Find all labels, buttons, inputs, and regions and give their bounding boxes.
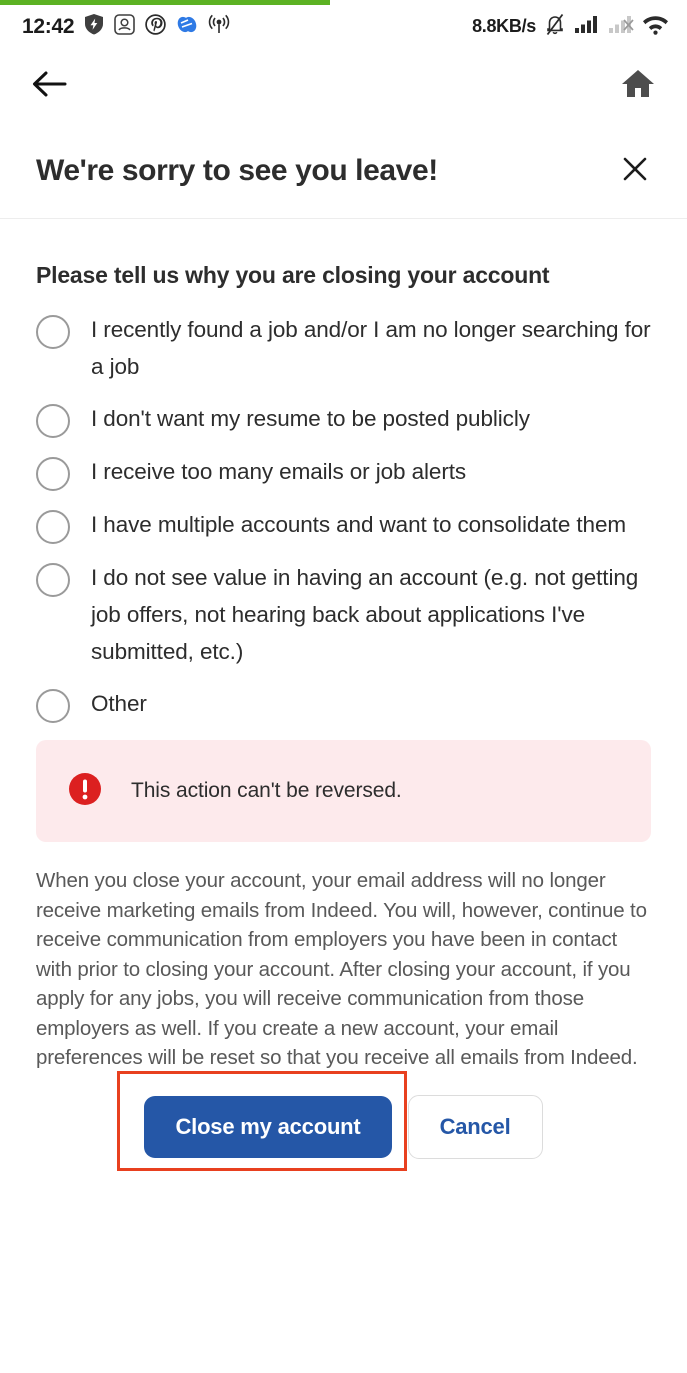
broadcast-icon — [208, 13, 230, 40]
close-icon — [621, 155, 649, 188]
status-bar: 12:42 8.8KB/s — [0, 5, 687, 48]
reason-option-0[interactable]: I recently found a job and/or I am no lo… — [36, 311, 651, 385]
reason-option-5[interactable]: Other — [36, 685, 651, 723]
radio-button[interactable] — [36, 563, 70, 597]
modal-header: We're sorry to see you leave! — [0, 124, 687, 219]
shield-icon — [84, 13, 104, 40]
form-heading: Please tell us why you are closing your … — [36, 262, 550, 288]
radio-button[interactable] — [36, 510, 70, 544]
warning-text: This action can't be reversed. — [131, 779, 402, 802]
notifications-silenced-icon — [544, 13, 566, 41]
signal-bars-off-icon — [608, 14, 634, 39]
reason-option-label: I don't want my resume to be posted publ… — [91, 406, 530, 431]
modal-body: Please tell us why you are closing your … — [0, 220, 687, 1171]
radio-button[interactable] — [36, 689, 70, 723]
reason-option-label: I receive too many emails or job alerts — [91, 459, 467, 484]
app-root: 12:42 8.8KB/s We're sorry to see you lea… — [0, 0, 687, 1373]
pinterest-icon — [145, 13, 166, 40]
app-badge-icon — [114, 13, 136, 40]
reason-radio-group: I recently found a job and/or I am no lo… — [36, 311, 651, 723]
radio-button[interactable] — [36, 315, 70, 349]
radio-button[interactable] — [36, 404, 70, 438]
reason-option-label: Other — [91, 691, 147, 716]
reason-option-label: I recently found a job and/or I am no lo… — [91, 317, 651, 379]
home-icon — [621, 68, 655, 104]
action-buttons: Close my account Cancel — [36, 1070, 651, 1171]
close-my-account-button[interactable]: Close my account — [144, 1095, 392, 1158]
home-button[interactable] — [615, 63, 661, 109]
reason-option-label: I have multiple accounts and want to con… — [91, 512, 627, 537]
blue-app-icon — [176, 14, 198, 40]
close-button[interactable] — [613, 149, 657, 193]
app-top-bar — [0, 48, 687, 124]
reason-option-3[interactable]: I have multiple accounts and want to con… — [36, 506, 651, 544]
back-button[interactable] — [26, 63, 72, 109]
reason-option-label: I do not see value in having an account … — [91, 565, 639, 664]
reason-option-1[interactable]: I don't want my resume to be posted publ… — [36, 400, 651, 438]
exclamation-circle-icon — [66, 770, 104, 813]
reason-option-2[interactable]: I receive too many emails or job alerts — [36, 453, 651, 491]
arrow-left-icon — [31, 69, 67, 104]
cancel-button[interactable]: Cancel — [407, 1094, 543, 1159]
irreversible-warning-banner: This action can't be reversed. — [36, 740, 651, 842]
network-speed-label: 8.8KB/s — [472, 16, 536, 36]
signal-bars-full-icon — [574, 14, 600, 39]
status-bar-left: 12:42 — [22, 13, 230, 40]
radio-button[interactable] — [36, 457, 70, 491]
reason-option-4[interactable]: I do not see value in having an account … — [36, 559, 651, 670]
status-bar-right: 8.8KB/s — [472, 13, 669, 41]
closure-disclaimer-text: When you close your account, your email … — [36, 869, 647, 1069]
wifi-icon — [642, 14, 669, 40]
status-clock: 12:42 — [22, 14, 75, 38]
page-title: We're sorry to see you leave! — [36, 154, 438, 187]
